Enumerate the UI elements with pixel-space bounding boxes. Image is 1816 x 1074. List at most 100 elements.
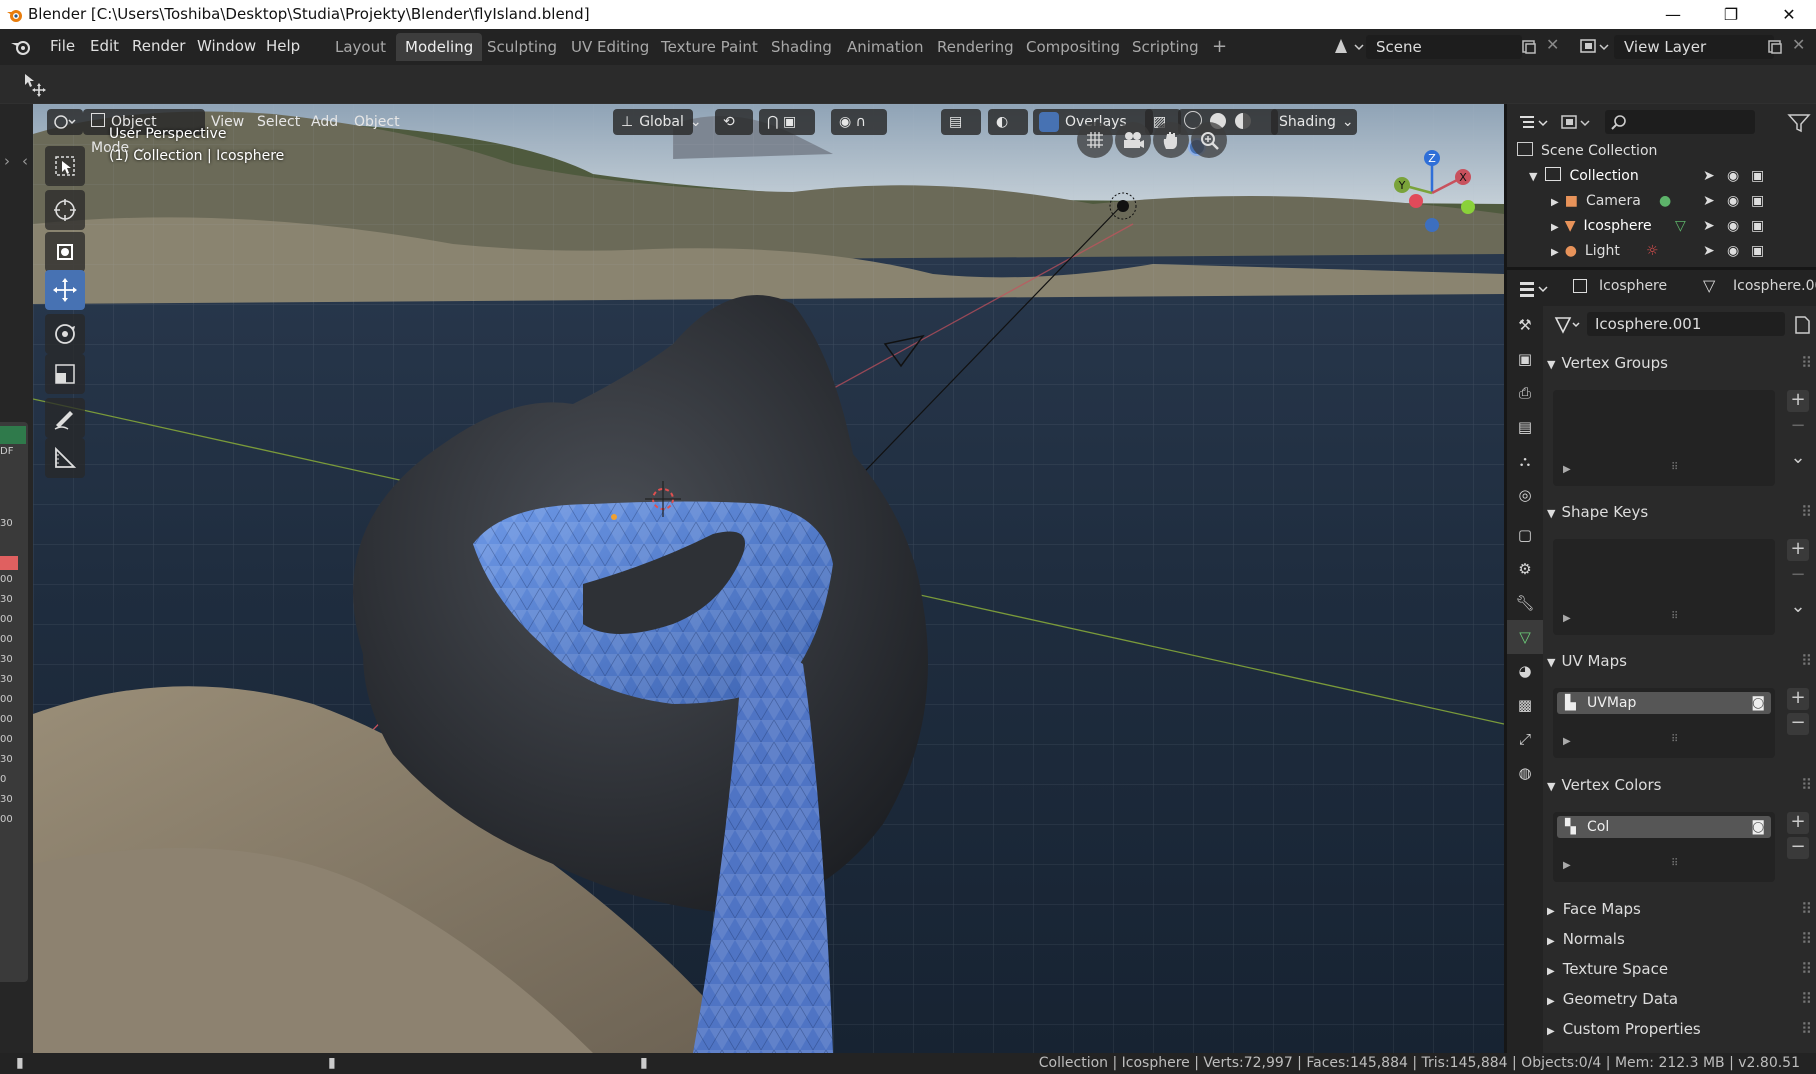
minimize-button[interactable]: —	[1644, 0, 1702, 29]
select-arrow-icon[interactable]: ➤	[1703, 189, 1715, 214]
shape-keys-list[interactable]: ▶ ⠿	[1553, 539, 1775, 635]
outliner-search-input[interactable]	[1605, 110, 1755, 134]
close-window-button[interactable]: ✕	[1760, 0, 1816, 29]
new-scene-icon[interactable]	[1520, 38, 1538, 56]
display-mode-icon[interactable]	[1559, 112, 1593, 134]
list-resize-icon[interactable]: ⠿	[1671, 734, 1678, 745]
uv-map-item[interactable]: ▙ UVMap ◙	[1557, 692, 1771, 714]
tab-modeling[interactable]: Modeling	[396, 33, 483, 61]
drag-handle-icon[interactable]: ⠿	[1801, 499, 1812, 525]
tab-layout[interactable]: Layout	[326, 33, 395, 61]
tab-output[interactable]: ⎙	[1507, 376, 1543, 410]
shading-dropdown[interactable]: Shading ⌄	[1271, 109, 1357, 135]
move-tool[interactable]	[45, 270, 85, 310]
render-camera-icon[interactable]: ▣	[1751, 214, 1764, 239]
rotate-tool[interactable]	[45, 314, 85, 354]
vertex-group-menu-button[interactable]: ⌄	[1787, 448, 1809, 470]
drag-handle-icon[interactable]: ⠿	[1801, 956, 1812, 982]
vertex-groups-list[interactable]: ▶ ⠿	[1553, 390, 1775, 486]
menu-select[interactable]: Select	[249, 109, 308, 135]
tab-particles[interactable]: 🔧︎	[1507, 586, 1543, 620]
tab-object-data[interactable]: ▽	[1507, 620, 1543, 654]
viewport-scene[interactable]	[33, 104, 1504, 1053]
object-visibility-button[interactable]: ▤	[941, 109, 981, 135]
expand-arrow-icon[interactable]: ▶	[1551, 247, 1559, 258]
eye-icon[interactable]: ◉	[1727, 189, 1739, 214]
eye-icon[interactable]: ◉	[1727, 164, 1739, 189]
pan-view-button[interactable]	[1153, 122, 1189, 158]
tab-modifiers[interactable]: ⚙	[1507, 552, 1543, 586]
select-arrow-icon[interactable]: ➤	[1703, 164, 1715, 189]
remove-uv-map-button[interactable]: −	[1787, 713, 1809, 735]
panel-texture-space-header[interactable]: ▶ Texture Space ⠿	[1547, 956, 1812, 982]
list-expand-icon[interactable]: ▶	[1563, 613, 1571, 624]
menu-help[interactable]: Help	[260, 35, 306, 57]
list-resize-icon[interactable]: ⠿	[1671, 611, 1678, 622]
add-workspace-button[interactable]: +	[1203, 33, 1236, 61]
select-arrow-icon[interactable]: ➤	[1703, 239, 1715, 264]
mesh-data-icon[interactable]: ▽	[1675, 214, 1686, 239]
editor-type-button[interactable]	[47, 109, 83, 135]
panel-geometry-data-header[interactable]: ▶ Geometry Data ⠿	[1547, 986, 1812, 1012]
blender-menu-icon[interactable]	[10, 37, 32, 57]
panel-vertex-colors-header[interactable]: ▼ Vertex Colors ⠿	[1547, 772, 1812, 798]
measure-tool[interactable]	[45, 438, 85, 478]
render-camera-icon[interactable]: ▣	[1751, 189, 1764, 214]
list-resize-icon[interactable]: ⠿	[1671, 462, 1678, 473]
menu-object[interactable]: Object	[346, 109, 408, 135]
material-shading-icon[interactable]	[1234, 113, 1251, 129]
panel-face-maps-header[interactable]: ▶ Face Maps ⠿	[1547, 896, 1812, 922]
tab-view-layer[interactable]: ▤	[1507, 410, 1543, 444]
uv-maps-list[interactable]: ▙ UVMap ◙ ▶ ⠿	[1553, 688, 1775, 758]
new-view-layer-icon[interactable]	[1766, 38, 1784, 56]
remove-vertex-group-button[interactable]: −	[1787, 416, 1809, 438]
delete-scene-icon[interactable]: ✕	[1546, 35, 1559, 54]
remove-vertex-color-button[interactable]: −	[1787, 837, 1809, 859]
zoom-view-button[interactable]	[1191, 122, 1227, 158]
list-resize-icon[interactable]: ⠿	[1671, 858, 1678, 869]
collection-row[interactable]: ▼ Collection ➤ ◉ ▣	[1529, 164, 1809, 189]
menu-window[interactable]: Window	[191, 35, 262, 57]
cursor-tool[interactable]	[45, 190, 85, 230]
shape-key-menu-button[interactable]: ⌄	[1787, 597, 1809, 619]
vertex-colors-list[interactable]: ▚ Col ◙ ▶ ⠿	[1553, 812, 1775, 882]
tab-physics[interactable]: ⤢	[1507, 722, 1543, 756]
outliner-item-camera[interactable]: ▶ ■ Camera ● ➤ ◉ ▣	[1551, 189, 1809, 214]
select-box-tool[interactable]	[45, 146, 85, 186]
filter-icon[interactable]	[1787, 112, 1811, 134]
delete-view-layer-icon[interactable]: ✕	[1792, 35, 1805, 54]
scene-selector-icon[interactable]	[1331, 35, 1365, 59]
transform-tool[interactable]	[45, 232, 85, 272]
context-data-label[interactable]: Icosphere.001	[1733, 278, 1816, 294]
scale-tool[interactable]	[45, 354, 85, 394]
tab-constraints[interactable]: ◍	[1507, 756, 1543, 790]
drag-handle-icon[interactable]: ⠿	[1801, 1016, 1812, 1042]
mesh-datablock-icon[interactable]	[1553, 314, 1583, 336]
render-camera-icon[interactable]: ▣	[1751, 239, 1764, 264]
tab-shading[interactable]: Shading	[762, 33, 841, 61]
tab-world[interactable]: ◎	[1507, 478, 1543, 512]
drag-handle-icon[interactable]: ⠿	[1801, 648, 1812, 674]
view-layer-name-field[interactable]: View Layer	[1614, 35, 1774, 59]
panel-custom-properties-header[interactable]: ▶ Custom Properties ⠿	[1547, 1016, 1812, 1042]
outliner-editor-type-icon[interactable]	[1517, 112, 1551, 134]
add-uv-map-button[interactable]: +	[1787, 688, 1809, 710]
toggle-grid-view-button[interactable]	[1077, 122, 1113, 158]
outliner-item-icosphere[interactable]: ▶ ▼ Icosphere ▽ ➤ ◉ ▣	[1551, 214, 1809, 239]
panel-shape-keys-header[interactable]: ▼ Shape Keys ⠿	[1547, 499, 1812, 525]
tab-material[interactable]: ◕	[1507, 654, 1543, 688]
light-data-icon[interactable]: ☼	[1646, 239, 1659, 264]
active-render-camera-icon[interactable]: ◙	[1751, 692, 1765, 714]
transform-orientation-dropdown[interactable]: ⊥ Global ⌄	[613, 109, 702, 135]
scene-collection-row[interactable]: Scene Collection	[1517, 139, 1807, 164]
panel-normals-header[interactable]: ▶ Normals ⠿	[1547, 926, 1812, 952]
context-object-label[interactable]: Icosphere	[1599, 278, 1667, 294]
tab-uv-editing[interactable]: UV Editing	[562, 33, 658, 61]
panel-uv-maps-header[interactable]: ▼ UV Maps ⠿	[1547, 648, 1812, 674]
outliner-item-light[interactable]: ▶ ● Light ☼ ➤ ◉ ▣	[1551, 239, 1809, 264]
add-vertex-color-button[interactable]: +	[1787, 812, 1809, 834]
tab-object[interactable]: ▢	[1507, 518, 1543, 552]
snap-toggle[interactable]: ⋂ ▣	[759, 109, 815, 135]
tab-texture-paint[interactable]: Texture Paint	[652, 33, 767, 61]
panel-vertex-groups-header[interactable]: ▼ Vertex Groups ⠿	[1547, 350, 1812, 376]
